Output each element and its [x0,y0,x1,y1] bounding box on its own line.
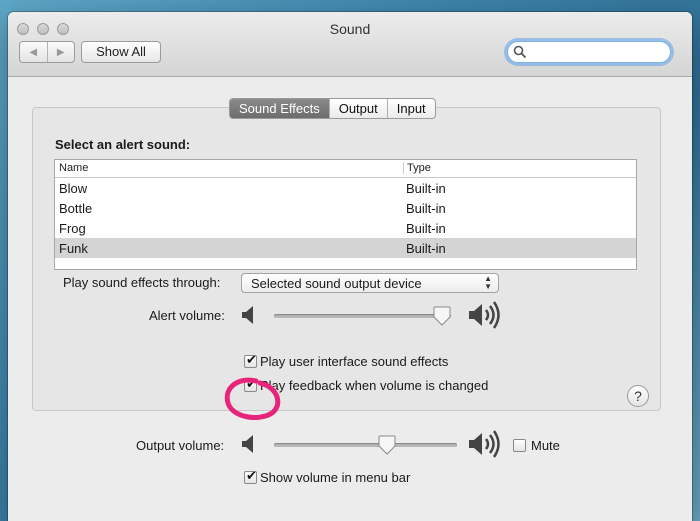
alert-volume-label: Alert volume: [149,308,225,323]
output-volume-label: Output volume: [136,438,225,453]
sound-type: Built-in [406,201,446,216]
sound-name: Blow [59,181,88,196]
help-button[interactable]: ? [627,385,649,407]
tab-sound-effects[interactable]: Sound Effects [230,99,329,118]
mute-label: Mute [531,438,560,453]
volume-feedback-label: Play feedback when volume is changed [260,378,489,393]
table-row[interactable]: Frog Built-in [55,218,636,238]
titlebar: Sound ◀ ▶ Show All [8,12,692,77]
alert-sound-heading: Select an alert sound: [55,137,191,152]
column-header-type[interactable]: Type [407,162,431,174]
speaker-low-icon [242,435,253,453]
sound-type: Built-in [406,221,446,236]
column-divider [403,162,404,174]
tab-input[interactable]: Input [386,99,435,118]
tab-output[interactable]: Output [328,99,387,118]
sound-name: Bottle [59,201,93,216]
table-row-selected[interactable]: Funk Built-in [55,238,636,258]
chevron-left-icon: ◀ [29,46,38,58]
show-all-button[interactable]: Show All [81,41,161,63]
output-device-value: Selected sound output device [251,276,422,291]
updown-arrows-icon: ▲ ▼ [484,274,492,291]
show-volume-menu-bar-label: Show volume in menu bar [260,470,411,485]
alert-sound-table: Name Type Blow Built-in Bottle Built-in … [54,159,637,270]
alert-volume-slider-thumb[interactable] [433,306,451,326]
table-row[interactable]: Bottle Built-in [55,198,636,218]
sound-type: Built-in [406,241,446,256]
table-header: Name Type [55,160,636,178]
output-device-select[interactable]: Selected sound output device ▲ ▼ [241,273,499,293]
search-field[interactable] [507,41,671,63]
back-forward-control: ◀ ▶ [19,41,75,63]
output-volume-track[interactable] [274,443,457,447]
show-volume-menu-bar-checkbox[interactable] [244,469,257,484]
search-icon [513,45,527,59]
annotation-circle [224,377,281,420]
ui-sound-effects-label: Play user interface sound effects [260,354,449,369]
alert-volume-track[interactable] [274,314,451,318]
window-title: Sound [329,21,371,37]
sound-preferences-window: Sound ◀ ▶ Show All Sound Effects Output … [8,12,692,521]
sound-name: Frog [59,221,86,236]
speaker-high-icon [469,301,500,329]
play-through-label: Play sound effects through: [63,275,221,290]
sound-name: Funk [59,241,88,256]
speaker-high-icon [469,430,500,458]
ui-sound-effects-checkbox[interactable] [244,353,257,368]
speaker-low-icon [242,306,253,324]
output-volume-slider-thumb[interactable] [378,435,396,455]
search-input[interactable] [528,44,662,60]
sound-type: Built-in [406,181,446,196]
tab-bar: Sound Effects Output Input [229,98,436,119]
back-button[interactable]: ◀ [20,42,47,62]
mute-checkbox[interactable] [513,439,526,452]
table-row[interactable]: Blow Built-in [55,178,636,198]
column-header-name[interactable]: Name [59,162,88,174]
chevron-right-icon: ▶ [56,46,65,58]
forward-button[interactable]: ▶ [46,42,75,62]
